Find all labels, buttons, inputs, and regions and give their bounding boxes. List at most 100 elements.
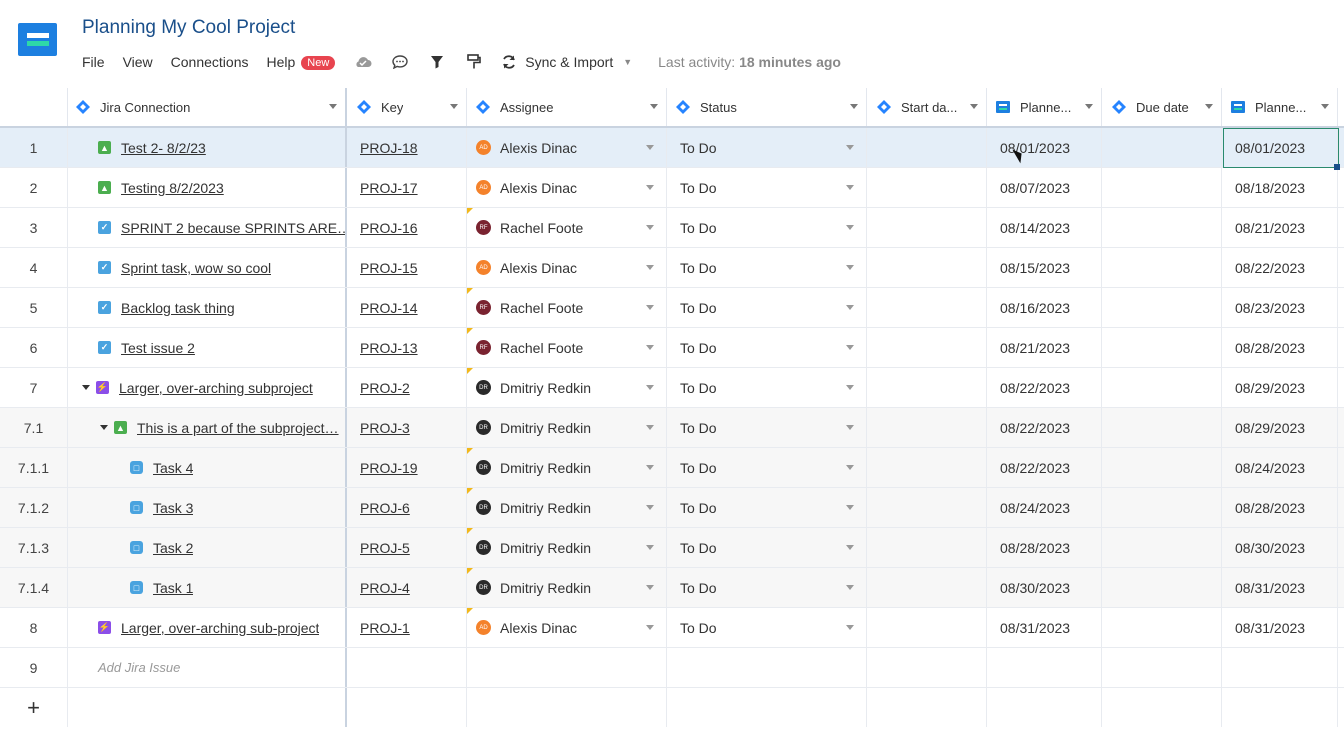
planned-start-cell[interactable]: 08/14/2023 [987,208,1102,247]
start-date-cell[interactable] [867,248,987,287]
issue-key-link[interactable]: PROJ-14 [360,300,418,316]
planned-end-cell[interactable]: 08/29/2023 [1222,408,1338,447]
table-row[interactable]: 7 ⚡ Larger, over-arching subproject PROJ… [0,368,1344,408]
key-cell[interactable]: PROJ-1 [347,608,467,647]
status-cell[interactable]: To Do [667,488,867,527]
issue-summary-link[interactable]: Larger, over-arching subproject [119,380,313,396]
summary-cell[interactable]: ✓ Backlog task thing [68,288,347,327]
menu-help[interactable]: Help New [266,54,336,70]
row-number[interactable]: 6 [0,328,68,367]
issue-key-link[interactable]: PROJ-6 [360,500,410,516]
column-header-status[interactable]: Status [667,88,867,126]
summary-cell[interactable]: ✓ Sprint task, wow so cool [68,248,347,287]
status-cell[interactable]: To Do [667,368,867,407]
key-cell[interactable]: PROJ-4 [347,568,467,607]
due-date-cell[interactable] [1102,448,1222,487]
planned-end-cell[interactable]: 08/31/2023 [1222,568,1338,607]
issue-summary-link[interactable]: This is a part of the subproject… [137,420,339,436]
due-date-cell[interactable] [1102,608,1222,647]
chevron-down-icon[interactable] [970,104,978,109]
status-cell[interactable]: To Do [667,608,867,647]
row-number[interactable]: 9 [0,648,68,687]
issue-summary-link[interactable]: Testing 8/2/2023 [121,180,224,196]
row-number[interactable]: 4 [0,248,68,287]
table-row[interactable]: 1 ▲ Test 2- 8/2/23 PROJ-18 AD Alexis Din… [0,128,1344,168]
menu-connections[interactable]: Connections [171,54,249,70]
empty-cell[interactable] [987,688,1102,727]
summary-cell[interactable]: □ Task 3 [68,488,347,527]
issue-summary-link[interactable]: Test issue 2 [121,340,195,356]
start-date-cell[interactable] [867,528,987,567]
chevron-down-icon[interactable] [646,145,654,150]
status-cell[interactable]: To Do [667,408,867,447]
issue-summary-link[interactable]: Backlog task thing [121,300,235,316]
column-header-jira-connection[interactable]: Jira Connection [68,88,347,126]
menu-file[interactable]: File [82,54,105,70]
table-row[interactable]: 7.1.1 □ Task 4 PROJ-19 DR Dmitriy Redkin… [0,448,1344,488]
assignee-cell[interactable]: RF Rachel Foote [467,288,667,327]
planned-start-cell[interactable]: 08/15/2023 [987,248,1102,287]
column-header-planned-start[interactable]: Planne... [987,88,1102,126]
status-cell[interactable]: To Do [667,208,867,247]
table-row[interactable]: 7.1.2 □ Task 3 PROJ-6 DR Dmitriy Redkin … [0,488,1344,528]
status-cell[interactable]: To Do [667,168,867,207]
chevron-down-icon[interactable] [650,104,658,109]
assignee-cell[interactable]: DR Dmitriy Redkin [467,408,667,447]
fill-handle[interactable] [1334,164,1340,170]
chevron-down-icon[interactable] [646,425,654,430]
chevron-down-icon[interactable] [846,625,854,630]
issue-summary-link[interactable]: Larger, over-arching sub-project [121,620,319,636]
chevron-down-icon[interactable] [646,185,654,190]
issue-summary-link[interactable]: Test 2- 8/2/23 [121,140,206,156]
empty-cell[interactable] [1222,688,1338,727]
planned-end-cell[interactable]: 08/18/2023 [1222,168,1338,207]
table-row[interactable]: 2 ▲ Testing 8/2/2023 PROJ-17 AD Alexis D… [0,168,1344,208]
assignee-cell[interactable]: AD Alexis Dinac [467,608,667,647]
row-number[interactable]: 7.1 [0,408,68,447]
summary-cell[interactable]: □ Task 1 [68,568,347,607]
collapse-caret-icon[interactable] [100,425,108,430]
chevron-down-icon[interactable] [846,305,854,310]
issue-summary-link[interactable]: Task 2 [153,540,193,556]
key-cell[interactable]: PROJ-5 [347,528,467,567]
empty-cell[interactable] [467,688,667,727]
summary-cell[interactable]: ▲ Testing 8/2/2023 [68,168,347,207]
assignee-cell[interactable]: RF Rachel Foote [467,328,667,367]
chevron-down-icon[interactable] [646,585,654,590]
empty-cell[interactable] [347,648,467,687]
assignee-cell[interactable]: DR Dmitriy Redkin [467,528,667,567]
issue-key-link[interactable]: PROJ-13 [360,340,418,356]
chevron-down-icon[interactable] [646,345,654,350]
start-date-cell[interactable] [867,168,987,207]
planned-start-cell[interactable]: 08/30/2023 [987,568,1102,607]
start-date-cell[interactable] [867,328,987,367]
chevron-down-icon[interactable] [846,545,854,550]
planned-end-cell[interactable]: 08/23/2023 [1222,288,1338,327]
column-header-key[interactable]: Key [347,88,467,126]
start-date-cell[interactable] [867,208,987,247]
planned-start-cell[interactable]: 08/21/2023 [987,328,1102,367]
summary-cell[interactable]: ▲ This is a part of the subproject… [68,408,347,447]
column-header-planned-end[interactable]: Planne... [1222,88,1338,126]
key-cell[interactable]: PROJ-2 [347,368,467,407]
chevron-down-icon[interactable] [850,104,858,109]
key-cell[interactable]: PROJ-13 [347,328,467,367]
app-logo[interactable] [18,23,57,56]
table-row[interactable]: 7.1.4 □ Task 1 PROJ-4 DR Dmitriy Redkin … [0,568,1344,608]
chevron-down-icon[interactable] [846,225,854,230]
table-row[interactable]: 3 ✓ SPRINT 2 because SPRINTS ARE… PROJ-1… [0,208,1344,248]
chevron-down-icon[interactable] [646,625,654,630]
collapse-caret-icon[interactable] [82,385,90,390]
due-date-cell[interactable] [1102,368,1222,407]
start-date-cell[interactable] [867,488,987,527]
chevron-down-icon[interactable] [329,104,337,109]
key-cell[interactable]: PROJ-18 [347,128,467,167]
summary-cell[interactable]: ✓ SPRINT 2 because SPRINTS ARE… [68,208,347,247]
chevron-down-icon[interactable] [846,265,854,270]
add-jira-issue-input[interactable]: Add Jira Issue [68,648,347,687]
chevron-down-icon[interactable] [846,465,854,470]
planned-start-cell[interactable]: 08/07/2023 [987,168,1102,207]
row-number[interactable]: 7 [0,368,68,407]
chevron-down-icon[interactable] [646,505,654,510]
empty-cell[interactable] [347,688,467,727]
